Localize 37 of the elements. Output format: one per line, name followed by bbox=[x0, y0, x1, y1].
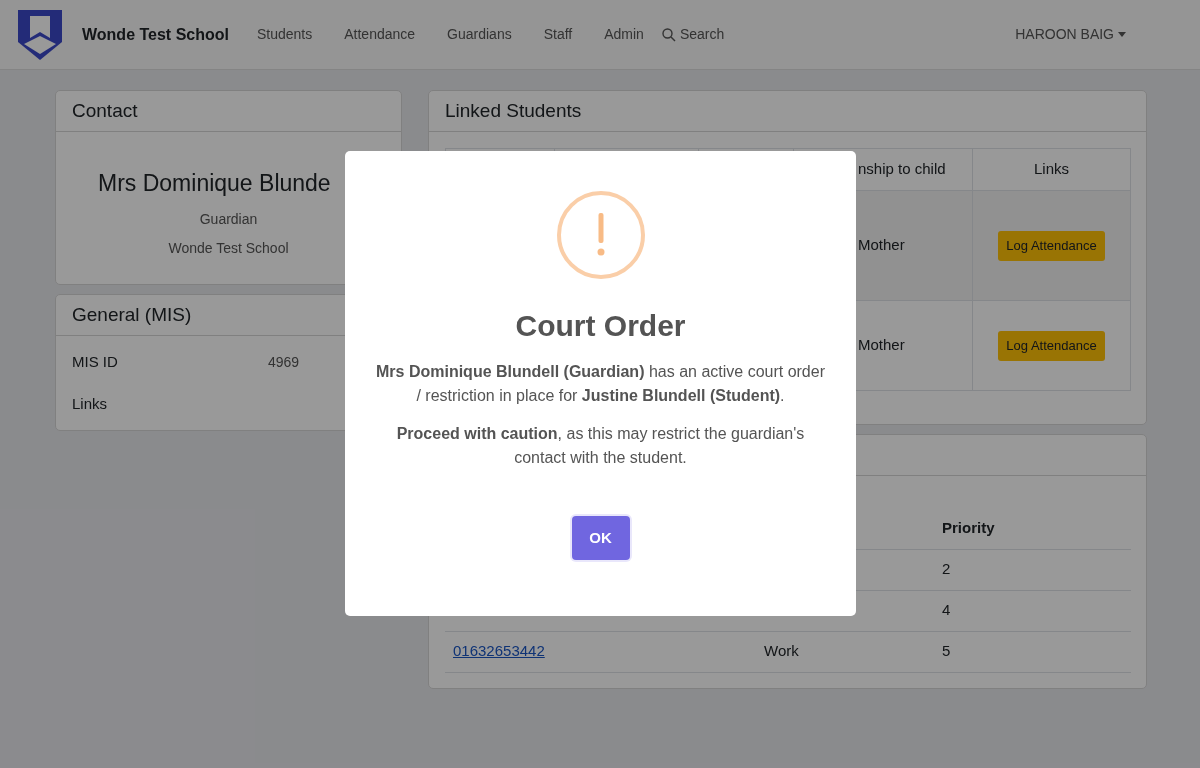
user-menu[interactable]: HAROON BAIG bbox=[1015, 24, 1126, 45]
dialog-message: Mrs Dominique Blundell (Guardian) has an active court order / restriction in place for Justine Blundell (Student). bbox=[375, 362, 826, 406]
nav-link[interactable]: Guardians bbox=[431, 24, 528, 45]
warning-icon bbox=[556, 191, 645, 279]
shield-logo-icon bbox=[16, 7, 64, 62]
card-title: General (MIS) bbox=[72, 302, 192, 327]
nav-link[interactable]: Students bbox=[240, 24, 329, 45]
card-title: Contact bbox=[72, 98, 138, 123]
caret-icon bbox=[1118, 32, 1126, 37]
table-cell: Work bbox=[764, 642, 799, 660]
school-name[interactable]: Wonde Test School bbox=[82, 22, 229, 47]
phone-link[interactable]: 01632653442 bbox=[453, 642, 545, 660]
nav-link[interactable]: Attendance bbox=[328, 24, 432, 45]
nav-link[interactable]: Staff bbox=[527, 24, 589, 45]
guardian-role: Guardian bbox=[199, 209, 258, 229]
table-cell: Mother bbox=[858, 236, 905, 254]
field-label: MIS ID bbox=[72, 351, 119, 372]
table-cell: Mother bbox=[858, 336, 905, 354]
nav-link[interactable]: Admin bbox=[588, 24, 660, 45]
guardian-name: Mrs Dominique Blunde bbox=[97, 169, 331, 198]
column-header: Priority bbox=[942, 519, 995, 536]
search-link[interactable]: Search bbox=[661, 24, 725, 45]
dialog-title: Court Order bbox=[515, 308, 686, 344]
school-label: Wonde Test School bbox=[168, 238, 289, 258]
table-cell: 5 bbox=[942, 642, 951, 660]
log-attendance-button[interactable]: Log Attendance bbox=[998, 230, 1105, 261]
ok-button[interactable]: OK bbox=[571, 516, 630, 560]
column-header: nship to child bbox=[858, 160, 946, 178]
card-title: Linked Students bbox=[445, 98, 582, 123]
field-value: 4969 bbox=[268, 352, 300, 372]
column-header: Links bbox=[1034, 160, 1069, 178]
table-cell: 2 bbox=[942, 560, 951, 578]
field-label: Links bbox=[72, 393, 109, 414]
table-cell: 4 bbox=[942, 601, 951, 619]
log-attendance-button[interactable]: Log Attendance bbox=[998, 330, 1105, 361]
search-icon bbox=[661, 27, 676, 42]
dialog-message: Proceed with caution, as this may restrict the guardian's contact with the student. bbox=[395, 424, 806, 468]
